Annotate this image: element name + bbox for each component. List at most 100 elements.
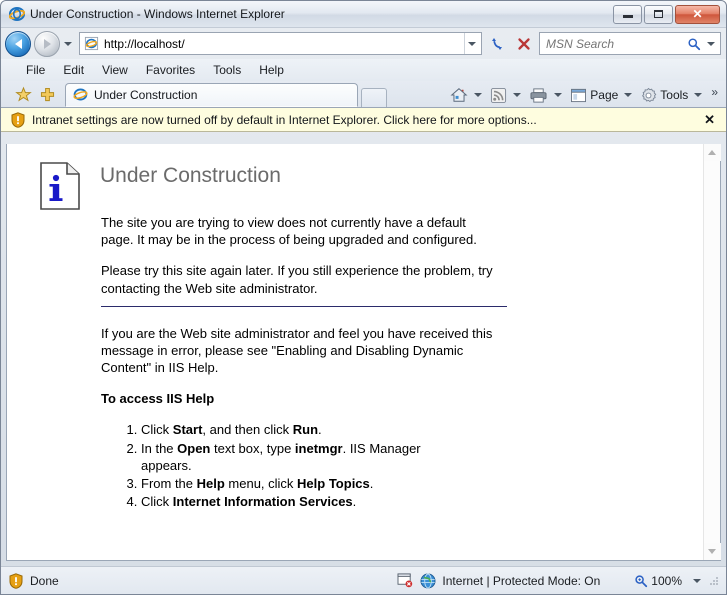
- list-item: From the Help menu, click Help Topics.: [141, 475, 471, 492]
- home-chevron-down-icon[interactable]: [474, 93, 483, 97]
- page-menu-button[interactable]: Page: [567, 87, 621, 104]
- zoom-level-text: 100%: [651, 573, 682, 588]
- step-text: .: [369, 475, 374, 491]
- chevron-up-icon: [708, 150, 716, 155]
- search-go-button[interactable]: [685, 35, 703, 53]
- zoom-control[interactable]: 100%: [634, 574, 722, 588]
- step-emphasis: Open: [177, 440, 211, 456]
- iis-help-steps: Click Start, and then click Run. In the O…: [101, 421, 471, 510]
- information-bar-close-button[interactable]: ✕: [701, 112, 718, 128]
- address-dropdown-button[interactable]: [464, 33, 479, 54]
- minimize-button[interactable]: [613, 4, 642, 24]
- step-text: , and then click: [202, 422, 293, 438]
- tools-menu-button[interactable]: Tools: [637, 86, 691, 105]
- resize-grip-icon[interactable]: [708, 575, 720, 587]
- information-document-icon: [40, 162, 84, 214]
- feeds-chevron-down-icon[interactable]: [513, 93, 522, 97]
- step-emphasis: Start: [172, 422, 203, 438]
- document-body: The site you are trying to view does not…: [7, 214, 703, 510]
- web-page: Under Construction The site you are tryi…: [7, 144, 703, 560]
- security-shield-icon: [9, 572, 23, 589]
- document-header: Under Construction: [7, 158, 703, 214]
- list-item: In the Open text box, type inetmgr. IIS …: [141, 440, 471, 474]
- print-chevron-down-icon[interactable]: [554, 93, 563, 97]
- page-title: Under Construction: [100, 164, 281, 187]
- status-bar: Done Internet | Protected Mode: On 100%: [1, 566, 726, 594]
- command-bar: Page Tools »: [447, 85, 726, 105]
- favorites-center-button[interactable]: [11, 83, 35, 106]
- close-button[interactable]: ✕: [675, 4, 720, 24]
- page-chevron-down-icon[interactable]: [624, 93, 633, 97]
- forward-button[interactable]: [34, 30, 60, 57]
- maximize-icon: [654, 10, 663, 18]
- scroll-up-button[interactable]: [703, 144, 721, 161]
- list-item: Click Internet Information Services.: [141, 493, 471, 510]
- globe-icon: [420, 573, 436, 588]
- search-box[interactable]: [539, 32, 721, 55]
- information-bar-message: Intranet settings are now turned off by …: [32, 112, 537, 127]
- step-emphasis: Internet Information Services: [172, 494, 353, 510]
- security-zone-text: Internet | Protected Mode: On: [442, 573, 601, 588]
- menu-item-edit[interactable]: Edit: [54, 61, 93, 79]
- feeds-button[interactable]: [487, 86, 510, 105]
- menu-item-file[interactable]: File: [17, 61, 54, 79]
- step-emphasis: inetmgr: [294, 440, 343, 456]
- menu-item-favorites[interactable]: Favorites: [137, 61, 204, 79]
- print-button[interactable]: [526, 86, 551, 105]
- list-item: Click Start, and then click Run.: [141, 421, 471, 438]
- browser-window: Under Construction - Windows Internet Ex…: [0, 0, 727, 595]
- close-icon: ✕: [692, 7, 703, 21]
- home-button[interactable]: [447, 85, 471, 105]
- search-provider-chevron-down-icon[interactable]: [707, 41, 715, 46]
- address-input[interactable]: http://localhost/: [79, 32, 482, 55]
- step-emphasis: Run: [292, 422, 319, 438]
- add-to-favorites-button[interactable]: [35, 83, 59, 106]
- zoom-magnifier-icon: [635, 574, 648, 587]
- popup-blocked-icon[interactable]: [397, 573, 414, 588]
- menu-item-help[interactable]: Help: [250, 61, 293, 79]
- maximize-button[interactable]: [644, 4, 673, 24]
- information-bar[interactable]: Intranet settings are now turned off by …: [1, 108, 726, 132]
- internet-explorer-icon: [9, 6, 25, 22]
- window-controls: ✕: [613, 4, 722, 24]
- step-text: .: [318, 422, 322, 438]
- minimize-icon: [622, 15, 633, 18]
- address-bar: http://localhost/: [1, 28, 726, 59]
- access-iis-help-heading: To access IIS Help: [101, 391, 215, 407]
- refresh-icon: [492, 37, 502, 50]
- home-icon: [450, 88, 468, 102]
- step-text: From the: [141, 475, 197, 491]
- zoom-chevron-down-icon[interactable]: [693, 578, 701, 583]
- command-bar-overflow-button[interactable]: »: [707, 85, 722, 105]
- recent-pages-chevron-down-icon[interactable]: [64, 41, 72, 46]
- vertical-scrollbar[interactable]: [703, 144, 721, 560]
- tab-bar: Under Construction Page Tools »: [1, 81, 726, 108]
- step-text: In the: [141, 440, 178, 456]
- back-button[interactable]: [5, 30, 31, 57]
- search-input[interactable]: [546, 36, 685, 51]
- page-icon: [571, 88, 587, 102]
- menu-item-tools[interactable]: Tools: [204, 61, 250, 79]
- page-menu-label: Page: [590, 88, 619, 102]
- refresh-button[interactable]: [485, 32, 509, 56]
- menu-item-view[interactable]: View: [93, 61, 137, 79]
- step-text: menu, click: [224, 475, 298, 491]
- tools-chevron-down-icon[interactable]: [694, 93, 703, 97]
- tab-under-construction[interactable]: Under Construction: [65, 83, 358, 107]
- status-text: Done: [30, 573, 59, 588]
- back-arrow-icon: [14, 38, 22, 49]
- step-emphasis: Help Topics: [297, 475, 370, 491]
- stop-button[interactable]: [512, 32, 536, 56]
- tools-menu-label: Tools: [660, 88, 689, 102]
- page-favicon-icon: [84, 36, 100, 52]
- tab-label: Under Construction: [94, 88, 198, 102]
- step-emphasis: Help: [196, 475, 225, 491]
- scroll-down-button[interactable]: [703, 543, 721, 560]
- shield-warning-icon: [11, 111, 25, 128]
- url-text: http://localhost/: [104, 36, 185, 51]
- paragraph-no-default-page: The site you are trying to view does not…: [101, 215, 477, 248]
- window-title: Under Construction - Windows Internet Ex…: [30, 7, 285, 21]
- security-zone-group[interactable]: Internet | Protected Mode: On: [397, 573, 600, 589]
- star-icon: [14, 86, 32, 102]
- new-tab-button[interactable]: [361, 88, 387, 107]
